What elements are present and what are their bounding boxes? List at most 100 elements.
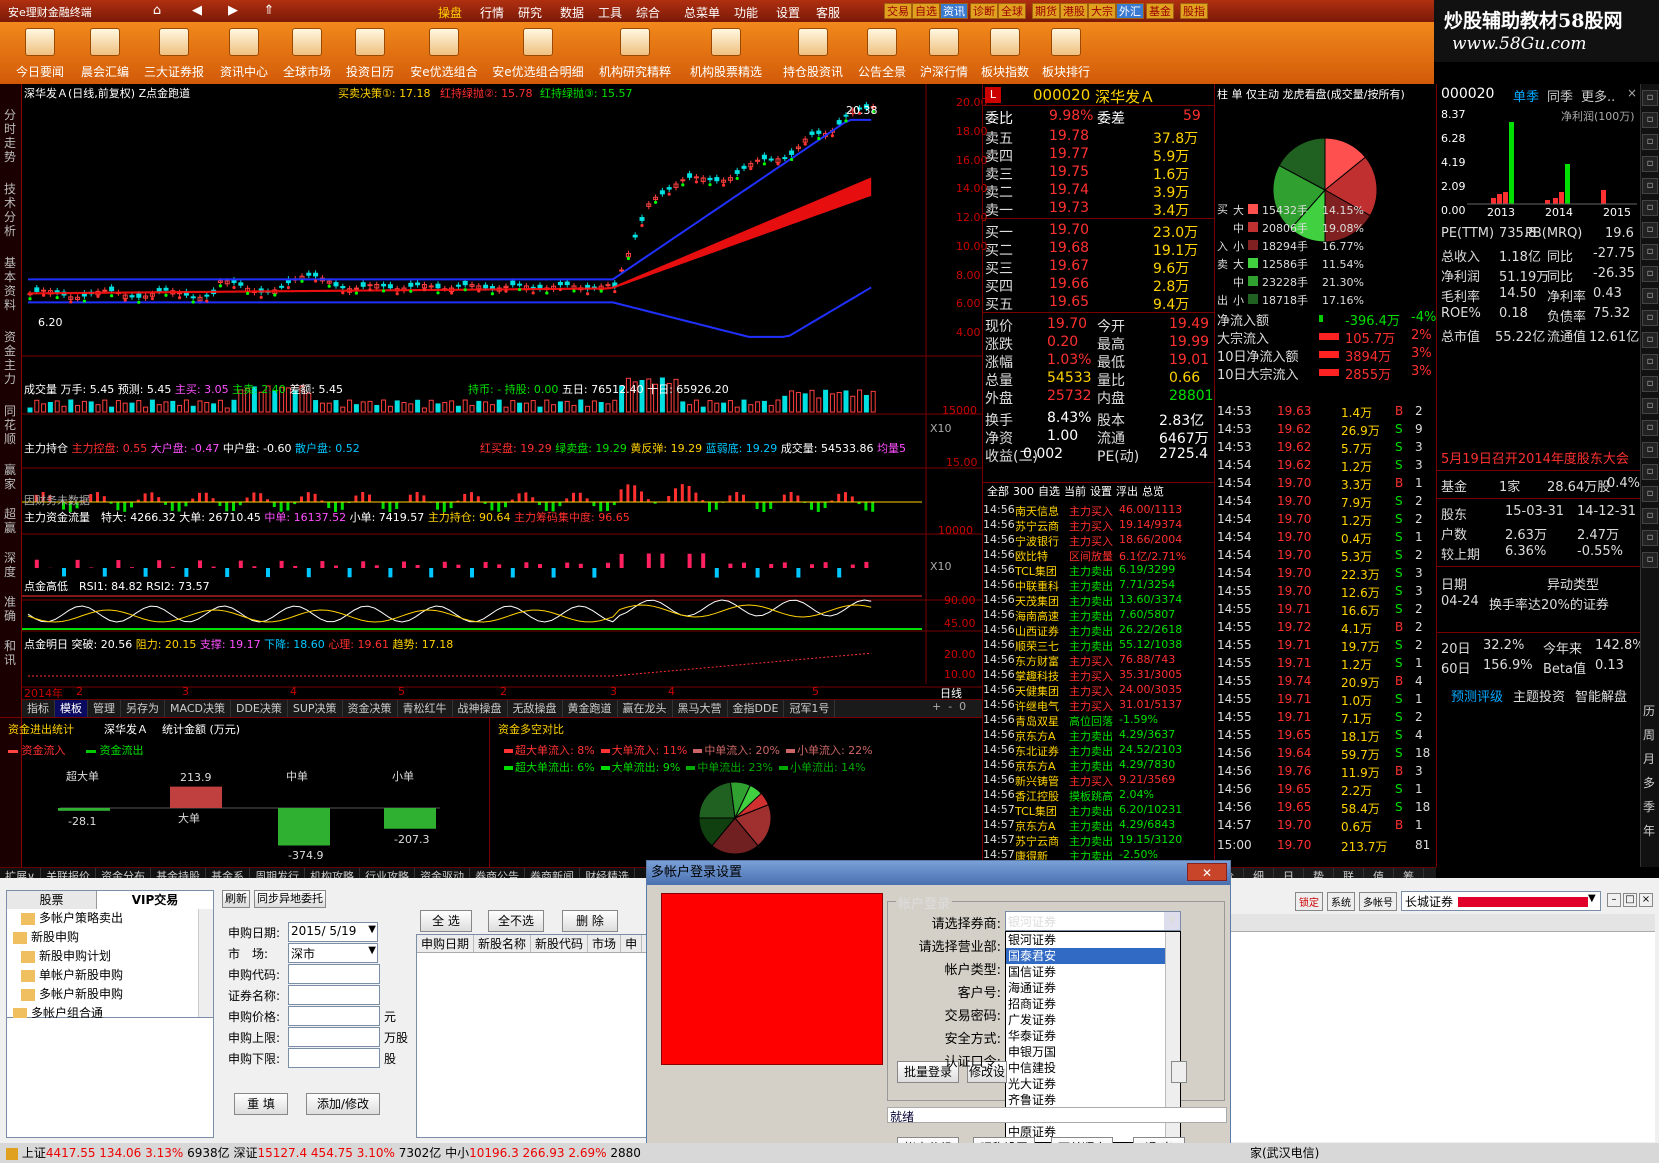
radar-row[interactable]: 14:56 青岛双星 高位回落 -1.59%	[983, 713, 1205, 728]
radar-row[interactable]: 14:56 香江控股 摸板跳高 2.04%	[983, 788, 1205, 803]
period-tab-5[interactable]: 年	[1643, 822, 1659, 846]
toolbar-item-1[interactable]: 晨会汇编	[78, 22, 132, 84]
tree-item-2[interactable]: 新股申购计划	[21, 947, 111, 966]
period-tab-2[interactable]: 月	[1643, 750, 1659, 774]
radar-row[interactable]: 14:56 天健集团 主力买入 24.00/3035	[983, 683, 1205, 698]
indicator-tab-15[interactable]: 冠军1号	[784, 700, 836, 717]
broker-option-6[interactable]: 华泰证券	[1006, 1028, 1180, 1044]
form-input-3[interactable]	[288, 985, 380, 1005]
period-tab-1[interactable]: 周	[1643, 726, 1659, 750]
leftnav-item-9[interactable]: 和讯	[4, 639, 18, 667]
form-input-6[interactable]	[288, 1048, 380, 1068]
menu-8[interactable]: 设置	[776, 4, 800, 21]
radar-tab-5[interactable]: 浮出	[1116, 485, 1138, 498]
tree-scrollbar[interactable]	[198, 909, 213, 1017]
refresh-button[interactable]: 刷新	[222, 890, 250, 908]
toolbar-item-3[interactable]: 资讯中心	[214, 22, 274, 84]
radar-row[interactable]: 14:56 TCL集团 主力卖出 6.19/3299	[983, 563, 1205, 578]
leftnav-item-6[interactable]: 超赢	[4, 507, 18, 535]
toolbar-item-7[interactable]: 安e优选组合明细	[488, 22, 588, 84]
menu-5[interactable]: 综合	[636, 4, 660, 21]
account-btn-2[interactable]: 多帐号	[1359, 892, 1397, 911]
quick-button-1[interactable]: 自选	[912, 3, 940, 19]
toolbar-item-10[interactable]: 持仓股资讯	[776, 22, 850, 84]
side-tool-icon[interactable]: ▫	[1642, 486, 1658, 502]
add-modify-button[interactable]: 添加/修改	[306, 1093, 380, 1115]
indicator-tab-5[interactable]: DDE决策	[231, 700, 288, 717]
broker-option-5[interactable]: 广发证券	[1006, 1012, 1180, 1028]
broker-option-1[interactable]: 国泰君安	[1006, 948, 1180, 964]
delete-button[interactable]: 删 除	[562, 910, 618, 932]
indicator-tab-12[interactable]: 赢在龙头	[618, 700, 673, 717]
indicator-tab-2[interactable]: 管理	[88, 700, 121, 717]
radar-tab-2[interactable]: 自选	[1038, 485, 1060, 498]
quick-button-4[interactable]: 全球	[998, 3, 1026, 19]
form-input-2[interactable]	[288, 964, 380, 984]
toolbar-item-5[interactable]: 投资日历	[340, 22, 400, 84]
toolbar-item-2[interactable]: 三大证券报	[140, 22, 208, 84]
toolbar-item-4[interactable]: 全球市场	[276, 22, 338, 84]
f10-tab-1[interactable]: 同季	[1547, 90, 1573, 105]
maximize-icon[interactable]: □	[1623, 893, 1637, 907]
grid-col-3[interactable]: 市场	[588, 935, 622, 952]
quick-button-10[interactable]: 股指	[1180, 3, 1208, 19]
chevron-down-icon[interactable]: ▼	[1164, 912, 1180, 930]
indicator-tab-10[interactable]: 无敌操盘	[508, 700, 563, 717]
tab-stock[interactable]: 股票	[7, 891, 97, 909]
tree-item-1[interactable]: 新股申购	[13, 928, 79, 947]
side-tool-icon[interactable]: ▫	[1642, 266, 1658, 282]
form-input-4[interactable]	[288, 1006, 380, 1026]
broker-option-0[interactable]: 银河证券	[1006, 932, 1180, 948]
select-all-button[interactable]: 全 选	[420, 910, 472, 932]
home-icon[interactable]: ⌂	[146, 2, 168, 20]
radar-tab-1[interactable]: 300	[1013, 485, 1034, 498]
leftnav-item-1[interactable]: 技术分析	[4, 182, 18, 238]
side-tool-icon[interactable]: ▫	[1642, 442, 1658, 458]
broker-option-4[interactable]: 招商证券	[1006, 996, 1180, 1012]
side-tool-icon[interactable]: ▫	[1642, 134, 1658, 150]
broker-select[interactable]: 长城证券 ▼	[1401, 891, 1601, 911]
menu-4[interactable]: 工具	[598, 4, 622, 21]
close-icon[interactable]: ×	[1639, 893, 1653, 907]
broker-option-3[interactable]: 海通证券	[1006, 980, 1180, 996]
tab-vip-trade[interactable]: VIP交易	[97, 891, 213, 909]
indicator-tab-4[interactable]: MACD决策	[165, 700, 231, 717]
toolbar-item-13[interactable]: 板块指数	[976, 22, 1034, 84]
up-icon[interactable]: ⇑	[258, 2, 280, 20]
quick-button-0[interactable]: 交易	[884, 3, 912, 19]
broker-option-2[interactable]: 国信证券	[1006, 964, 1180, 980]
radar-row[interactable]: 14:56 顺荣三七 主力卖出 55.12/1038	[983, 638, 1205, 653]
broker-option-9[interactable]: 光大证券	[1006, 1076, 1180, 1092]
quick-button-5[interactable]: 期货	[1032, 3, 1060, 19]
side-tool-icon[interactable]: ▫	[1642, 90, 1658, 106]
side-tool-icon[interactable]: ▫	[1642, 200, 1658, 216]
close-icon[interactable]: ×	[1627, 86, 1637, 100]
quick-button-3[interactable]: 诊断	[970, 3, 998, 19]
radar-row[interactable]: 14:56 南天信息 主力买入 46.00/1113	[983, 503, 1205, 518]
radar-row[interactable]: 14:56 苏宁云商 主力买入 19.14/9374	[983, 518, 1205, 533]
menu-9[interactable]: 客服	[816, 4, 840, 21]
broker-combobox[interactable]: 银河证券 ▼	[1005, 911, 1181, 931]
reset-button[interactable]: 重 填	[234, 1093, 288, 1115]
grid-col-4[interactable]: 申	[621, 935, 643, 952]
tree-item-0[interactable]: 多帐户策略卖出	[21, 909, 123, 928]
indicator-tab-14[interactable]: 金指DDE	[728, 700, 785, 717]
form-input-1[interactable]: 深市 ▼	[288, 943, 378, 963]
menu-3[interactable]: 数据	[560, 4, 584, 21]
chevron-down-icon[interactable]: ▼	[368, 945, 376, 956]
radar-row[interactable]: 14:56 海南高速 主力卖出 7.60/5807	[983, 608, 1205, 623]
radar-row[interactable]: 14:57 苏宁云商 主力卖出 19.15/3120	[983, 833, 1205, 848]
menu-7[interactable]: 功能	[734, 4, 758, 21]
grid-col-0[interactable]: 申购日期	[417, 935, 475, 952]
side-tool-icon[interactable]: ▫	[1642, 420, 1658, 436]
indicator-tab-0[interactable]: 指标	[22, 700, 55, 717]
leftnav-item-5[interactable]: 赢家	[4, 463, 18, 491]
menu-1[interactable]: 行情	[480, 4, 504, 21]
menu-2[interactable]: 研究	[518, 4, 542, 21]
f10-link-0[interactable]: 预测评级	[1451, 690, 1503, 705]
tree-item-4[interactable]: 多帐户新股申购	[21, 985, 123, 1004]
side-tool-icon[interactable]: ▫	[1642, 354, 1658, 370]
indicator-tab-3[interactable]: 另存为	[121, 700, 165, 717]
form-input-5[interactable]	[288, 1027, 380, 1047]
indicator-tab-13[interactable]: 黑马大营	[673, 700, 728, 717]
